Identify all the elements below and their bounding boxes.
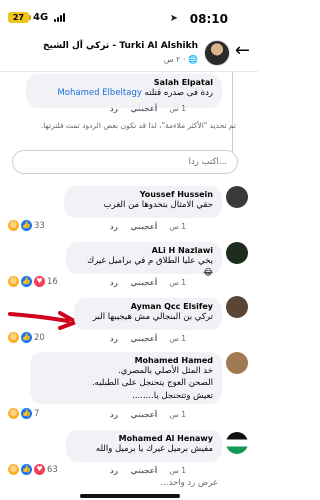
- avatar[interactable]: [226, 186, 248, 208]
- red-arrow-annotation: [8, 311, 78, 330]
- comment-time: 1 س: [169, 334, 186, 343]
- comment-text: ردة فى صدره قتلته Mohamed Elbeltagy: [35, 87, 213, 99]
- comment-actions: 1 س أعجبني رد: [100, 222, 186, 231]
- network-label: 4G: [33, 12, 49, 23]
- reactions-number: 33: [34, 220, 45, 231]
- comment-actions: 1 س أعجبني رد: [100, 278, 186, 287]
- comment-bubble: Ayman Qcc Elsifey تركي بن البنجالي مش هي…: [74, 298, 222, 330]
- comment-actions: 1 س أعجبني رد: [100, 410, 186, 419]
- location-icon: ➤: [169, 13, 178, 24]
- like-button[interactable]: أعجبني: [130, 222, 157, 231]
- clock: 08:10: [189, 12, 228, 26]
- like-button[interactable]: أعجبني: [130, 278, 157, 287]
- battery-tip: [29, 15, 31, 20]
- comment-actions: 1 س أعجبني رد: [100, 466, 186, 475]
- reply-button[interactable]: رد: [110, 466, 118, 475]
- reactions-count[interactable]: 😆 👍 ♥ 63: [8, 464, 58, 475]
- reply-input[interactable]: اكتب ردا...: [12, 150, 238, 174]
- commenter-name[interactable]: Ayman Qcc Elsifey: [83, 302, 213, 311]
- comment-text-line: تعيش وتتحنجل يا........: [132, 390, 213, 401]
- comment-text-line: الصحن العوج يتحنجل على الطبليه.: [91, 378, 213, 389]
- page-title[interactable]: تركي آل الشيخ - Turki Al Alshikh: [43, 41, 198, 51]
- comment-time: 1 س: [169, 410, 186, 419]
- commenter-name[interactable]: Mohamed Al Henawy: [75, 434, 213, 443]
- battery-icon: 27: [8, 12, 29, 23]
- reactions-count[interactable]: 😆 👍 33: [8, 220, 45, 231]
- comment-time: 1 س: [169, 278, 186, 287]
- comment-bubble: Mohamed Al Henawy مفيش برميل غيرك يا برم…: [66, 430, 222, 462]
- comment-text: حقي الامثال بتخدوها من الغرب: [103, 200, 213, 210]
- avatar[interactable]: [226, 242, 248, 264]
- comment-bubble: Youssef Hussein حقي الامثال بتخدوها من ا…: [64, 186, 222, 218]
- reactions-number: 7: [34, 408, 40, 419]
- like-button[interactable]: أعجبني: [130, 334, 157, 343]
- comment-bubble: Salah Elpatal ردة فى صدره قتلته Mohamed …: [26, 74, 222, 108]
- reactions-number: 16: [47, 276, 58, 287]
- reply-button[interactable]: رد: [110, 410, 118, 419]
- love-icon: ♥: [34, 276, 45, 287]
- commenter-name[interactable]: Salah Elpatal: [35, 78, 213, 87]
- haha-icon: 😆: [8, 220, 19, 231]
- reactions-number: 20: [34, 332, 45, 343]
- signal-icon: [54, 13, 65, 22]
- like-button[interactable]: أعجبني: [130, 466, 157, 475]
- like-button[interactable]: أعجبني: [130, 410, 157, 419]
- comment-actions: 1 س أعجبني رد: [100, 104, 186, 113]
- home-indicator: [80, 494, 180, 498]
- haha-icon: 😆: [8, 332, 19, 343]
- like-icon: 👍: [21, 332, 32, 343]
- view-more-replies-link[interactable]: عرض رد واحد...: [160, 478, 218, 488]
- like-icon: 👍: [21, 220, 32, 231]
- comment-text-line: خد المثل الأصلي بالمصري.: [118, 366, 213, 376]
- comment-text-body: ردة فى صدره قتلته: [144, 88, 213, 98]
- comment-actions: 1 س أعجبني رد: [100, 334, 186, 343]
- comment-bubble: Mohamed Hamed خد المثل الأصلي بالمصري. ا…: [30, 352, 222, 404]
- comment-time: 1 س: [169, 466, 186, 475]
- reactions-count[interactable]: 😆 👍 7: [8, 408, 39, 419]
- filter-info-note: تم تحديد "الأكثر ملاءمة"، لذا قد تكون بع…: [40, 121, 236, 130]
- reactions-count[interactable]: 😆 👍 ♥ 16: [8, 276, 58, 287]
- reply-button[interactable]: رد: [110, 104, 118, 113]
- reactions-number: 63: [47, 464, 58, 475]
- reply-button[interactable]: رد: [110, 334, 118, 343]
- post-header: ← تركي آل الشيخ - Turki Al Alshikh ٢ س ·…: [0, 34, 258, 72]
- page-avatar[interactable]: [204, 40, 230, 66]
- comment-text: تركي بن البنجالي مش هيجيبها البر: [92, 312, 213, 322]
- avatar[interactable]: [226, 352, 248, 374]
- status-bar: 27 4G ➤ 08:10: [0, 0, 258, 34]
- haha-icon: 😆: [8, 408, 19, 419]
- comment-time: 1 س: [169, 104, 186, 113]
- haha-icon: 😆: [8, 276, 19, 287]
- like-button[interactable]: أعجبني: [130, 104, 157, 113]
- comment-text: يخي عليا الطلاق م في براميل غيرك 😂: [87, 256, 213, 279]
- post-time: ٢ س · 🌐: [163, 55, 198, 64]
- reply-button[interactable]: رد: [110, 222, 118, 231]
- comment-bubble: ALi H Nazlawi يخي عليا الطلاق م في برامي…: [66, 242, 222, 278]
- haha-icon: 😆: [8, 464, 19, 475]
- like-icon: 👍: [21, 276, 32, 287]
- reactions-count[interactable]: 😆 👍 20: [8, 332, 45, 343]
- reply-button[interactable]: رد: [110, 278, 118, 287]
- commenter-name[interactable]: Mohamed Hamed: [39, 356, 213, 365]
- back-arrow-icon[interactable]: ←: [235, 40, 250, 61]
- avatar[interactable]: [226, 296, 248, 318]
- thread-line: [232, 72, 233, 152]
- commenter-name[interactable]: ALi H Nazlawi: [75, 246, 213, 255]
- avatar[interactable]: [226, 432, 248, 454]
- commenter-name[interactable]: Youssef Hussein: [73, 190, 213, 199]
- comment-time: 1 س: [169, 222, 186, 231]
- mention-link[interactable]: Mohamed Elbeltagy: [57, 88, 141, 98]
- like-icon: 👍: [21, 408, 32, 419]
- love-icon: ♥: [34, 464, 45, 475]
- comment-text-line: مفيش برميل غيرك يا برميل والله: [95, 444, 213, 454]
- like-icon: 👍: [21, 464, 32, 475]
- reply-placeholder: اكتب ردا...: [188, 157, 227, 167]
